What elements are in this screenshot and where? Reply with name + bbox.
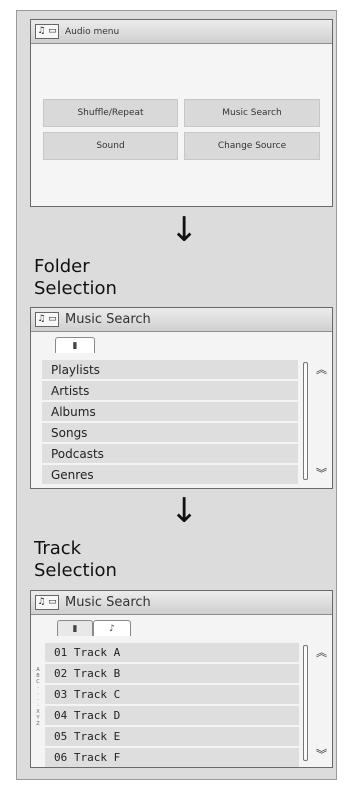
music-search-button[interactable]: Music Search [184, 99, 320, 127]
folder-list: Playlists Artists Albums Songs Podcasts … [42, 360, 298, 486]
list-item[interactable]: Podcasts [42, 444, 298, 463]
list-item[interactable]: 02 Track B [45, 664, 299, 683]
tab-folder[interactable]: ▮ [55, 337, 95, 353]
double-chevron-up-icon[interactable]: ︽ [316, 647, 327, 658]
list-item[interactable]: 04 Track D [45, 706, 299, 725]
list-item[interactable]: Genres [42, 465, 298, 484]
list-item[interactable]: 05 Track E [45, 727, 299, 746]
music-source-icon: ♫ ▭ [35, 595, 59, 610]
audio-menu-screen: ♫ ▭ Audio menu Shuffle/Repeat Music Searc… [30, 19, 333, 207]
music-search-titlebar: ♫ ▭ Music Search [31, 591, 332, 615]
arrow-down-icon: ↓ [170, 491, 199, 531]
music-source-icon: ♫ ▭ [35, 312, 59, 327]
track-list: 01 Track A 02 Track B 03 Track C 04 Trac… [45, 643, 299, 767]
tab-row: ▮ ♪ [31, 616, 332, 636]
folder-selection-screen: ♫ ▭ Music Search ▮ Playlists Artists Albu… [30, 307, 333, 489]
double-chevron-down-icon[interactable]: ︾ [316, 749, 327, 760]
double-chevron-up-icon[interactable]: ︽ [316, 364, 327, 375]
list-item[interactable]: Songs [42, 423, 298, 442]
list-item[interactable]: Artists [42, 381, 298, 400]
tab-folder[interactable]: ▮ [57, 620, 93, 636]
audio-menu-area: Shuffle/Repeat Music Search Sound Change… [31, 46, 332, 206]
music-search-title: Music Search [65, 312, 151, 327]
folder-selection-heading: Folder Selection [34, 256, 117, 299]
sound-button[interactable]: Sound [43, 132, 178, 160]
tab-tracks[interactable]: ♪ [93, 620, 131, 636]
audio-menu-title: Audio menu [65, 26, 120, 37]
music-search-title: Music Search [65, 595, 151, 610]
list-item[interactable]: 03 Track C [45, 685, 299, 704]
music-search-titlebar: ♫ ▭ Music Search [31, 308, 332, 332]
change-source-button[interactable]: Change Source [184, 132, 320, 160]
alphabet-index[interactable]: A B C · · · · X Y Z [34, 667, 42, 727]
scrollbar[interactable] [303, 362, 308, 480]
tab-row: ▮ [31, 333, 332, 353]
shuffle-repeat-button[interactable]: Shuffle/Repeat [43, 99, 178, 127]
scrollbar[interactable] [303, 645, 308, 761]
arrow-down-icon: ↓ [170, 210, 199, 250]
track-selection-screen: ♫ ▭ Music Search ▮ ♪ A B C · · · · X Y Z … [30, 590, 333, 768]
double-chevron-down-icon[interactable]: ︾ [316, 468, 327, 479]
list-item[interactable]: Albums [42, 402, 298, 421]
list-item[interactable]: 01 Track A [45, 643, 299, 662]
track-selection-heading: Track Selection [34, 538, 117, 581]
list-item[interactable]: 06 Track F [45, 748, 299, 767]
music-source-icon: ♫ ▭ [35, 24, 59, 39]
list-item[interactable]: Playlists [42, 360, 298, 379]
audio-menu-titlebar: ♫ ▭ Audio menu [31, 20, 332, 44]
